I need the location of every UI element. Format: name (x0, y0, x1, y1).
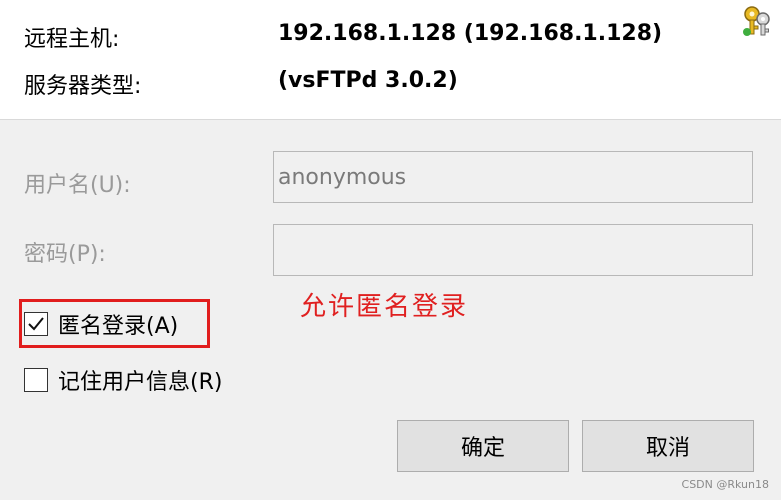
password-input[interactable] (273, 224, 753, 276)
remote-host-value: 192.168.1.128 (192.168.1.128) (278, 21, 663, 46)
connection-info-panel: 远程主机: 192.168.1.128 (192.168.1.128) 服务器类… (0, 0, 781, 120)
username-label: 用户名(U): (24, 173, 131, 198)
server-type-label: 服务器类型: (24, 74, 142, 99)
remember-user-option[interactable]: 记住用户信息(R) (24, 365, 222, 395)
remember-user-checkbox[interactable] (24, 368, 48, 392)
keys-icon (743, 6, 770, 36)
cancel-button[interactable]: 取消 (582, 420, 754, 472)
remote-host-label: 远程主机: (24, 27, 120, 52)
remember-user-label: 记住用户信息(R) (58, 370, 223, 395)
ok-button[interactable]: 确定 (397, 420, 569, 472)
username-input[interactable] (273, 151, 753, 203)
watermark: CSDN @Rkun18 (681, 478, 769, 491)
server-type-value: (vsFTPd 3.0.2) (278, 68, 458, 93)
annotation-text: 允许匿名登录 (300, 292, 469, 322)
password-label: 密码(P): (24, 242, 106, 267)
annotation-highlight-box (19, 299, 210, 348)
